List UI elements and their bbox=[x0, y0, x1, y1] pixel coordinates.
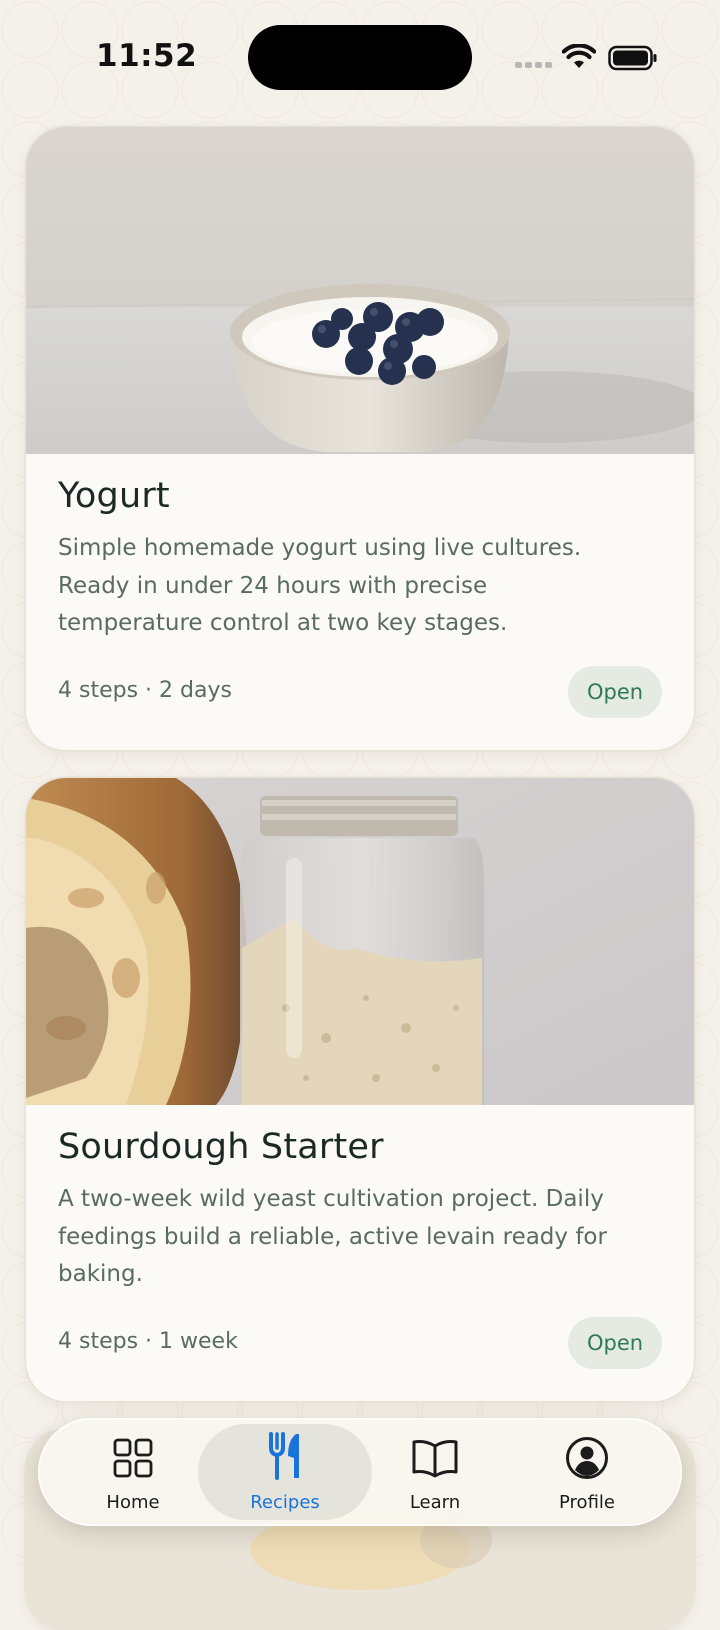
recipe-image-sourdough bbox=[26, 778, 694, 1105]
person-circle-icon bbox=[566, 1437, 608, 1479]
recipe-card-yogurt[interactable]: Yogurt Simple homemade yogurt using live… bbox=[26, 127, 694, 750]
open-recipe-button[interactable]: Open bbox=[568, 666, 662, 718]
tab-learn[interactable]: Learn bbox=[359, 1424, 511, 1520]
recipe-footer: 4 steps · 1 week Open bbox=[58, 1317, 662, 1369]
tab-profile[interactable]: Profile bbox=[511, 1424, 663, 1520]
recipe-description-line: A two-week wild yeast cultivation projec… bbox=[58, 1186, 604, 1212]
tab-profile-label: Profile bbox=[559, 1492, 615, 1513]
tab-home[interactable]: Home bbox=[57, 1424, 209, 1520]
tab-home-label: Home bbox=[106, 1492, 160, 1513]
status-time: 11:52 bbox=[96, 38, 198, 74]
open-recipe-button[interactable]: Open bbox=[568, 1317, 662, 1369]
recipe-description-line: feedings build a reliable, active levain… bbox=[58, 1223, 607, 1250]
battery-icon bbox=[608, 45, 657, 71]
recipe-footer: 4 steps · 2 days Open bbox=[58, 666, 662, 718]
fork-knife-icon bbox=[269, 1432, 299, 1480]
recipe-description: Simple homemade yogurt using live cultur… bbox=[58, 530, 662, 644]
recipe-description-line: temperature control at two key stages. bbox=[58, 610, 508, 636]
recipe-description: A two-week wild yeast cultivation projec… bbox=[58, 1181, 662, 1295]
bottom-tab-bar: Home Recipes Learn Profile bbox=[38, 1418, 682, 1526]
tab-recipes-label: Recipes bbox=[250, 1492, 320, 1513]
cellular-signal-icon bbox=[515, 62, 552, 68]
tab-learn-label: Learn bbox=[409, 1492, 461, 1513]
wifi-icon bbox=[562, 44, 596, 68]
recipe-description-line: baking. bbox=[58, 1261, 143, 1287]
recipe-title: Sourdough Starter bbox=[58, 1127, 384, 1167]
tab-recipes[interactable]: Recipes bbox=[198, 1424, 372, 1520]
grid-icon bbox=[113, 1438, 153, 1478]
recipe-meta: 4 steps · 2 days bbox=[58, 678, 232, 703]
recipe-meta: 4 steps · 1 week bbox=[58, 1329, 238, 1354]
dynamic-island bbox=[248, 25, 472, 90]
recipe-card-sourdough-starter[interactable]: Sourdough Starter A two-week wild yeast … bbox=[26, 778, 694, 1401]
status-bar: 11:52 bbox=[0, 0, 720, 118]
book-icon bbox=[412, 1440, 458, 1478]
recipe-title: Yogurt bbox=[58, 476, 170, 516]
recipe-description-line: Ready in under 24 hours with precise bbox=[58, 572, 488, 599]
recipe-description-line: Simple homemade yogurt using live cultur… bbox=[58, 535, 582, 561]
recipe-image-yogurt bbox=[26, 127, 694, 454]
